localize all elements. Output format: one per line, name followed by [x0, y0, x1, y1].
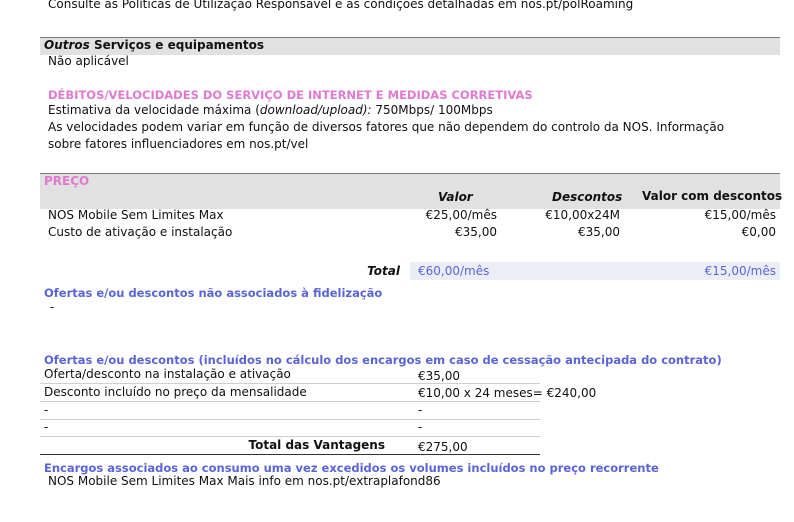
speed-value: 750Mbps/ 100Mbps — [375, 103, 493, 117]
col-valor-desc-header: Valor com descontos — [642, 189, 783, 203]
preco-row-valor-desc: €0,00 — [741, 225, 776, 239]
preco-row-descontos: €35,00 — [578, 225, 620, 239]
col-descontos-header: Descontos — [552, 190, 623, 204]
outros-value: Não aplicável — [48, 54, 129, 68]
speed-label-a: Estimativa da velocidade máxima ( — [48, 103, 260, 117]
preco-heading: PREÇO — [44, 174, 90, 188]
ofertas-incl-row-value: €10,00 x 24 meses= €240,00 — [418, 386, 597, 400]
vantagens-total-value: €275,00 — [418, 440, 468, 454]
ofertas-incl-row-value: €35,00 — [418, 369, 460, 383]
ofertas-incl-row-value: - — [418, 420, 423, 434]
row-divider — [40, 436, 540, 437]
row-divider — [40, 401, 540, 402]
ofertas-incl-heading: Ofertas e/ou descontos (incluídos no cál… — [44, 353, 722, 367]
speed-label-b: download/upload): — [259, 103, 372, 117]
vantagens-total-label: Total das Vantagens — [248, 438, 386, 452]
preco-total-label: Total — [367, 264, 400, 278]
row-divider — [40, 419, 540, 420]
ofertas-incl-row-label: - — [44, 403, 49, 417]
speed-label: Estimativa da velocidade máxima (downloa… — [48, 103, 493, 117]
ofertas-incl-row-label: Oferta/desconto na instalação e ativação — [44, 367, 291, 381]
speed-note-line2: sobre fatores influenciadores em nos.pt/… — [48, 137, 309, 151]
encargos-heading: Encargos associados ao consumo uma vez e… — [44, 461, 659, 475]
internet-heading: DÉBITOS/VELOCIDADES DO SERVIÇO DE INTERN… — [48, 88, 533, 102]
preco-row-label: NOS Mobile Sem Limites Max — [48, 208, 224, 222]
ofertas-incl-row-label: Desconto incluído no preço da mensalidad… — [44, 385, 307, 399]
outros-title: Outros Serviços e equipamentos — [44, 38, 264, 52]
roaming-policy-note: Consulte as Políticas de Utilização Resp… — [48, 0, 634, 11]
ofertas-nao-fid-heading: Ofertas e/ou descontos não associados à … — [44, 286, 383, 300]
ofertas-nao-fid-value: - — [50, 300, 55, 314]
preco-row-label: Custo de ativação e instalação — [48, 225, 233, 239]
preco-row-valor: €25,00/mês — [425, 208, 497, 222]
vantagens-total-rule — [40, 454, 540, 455]
preco-total-valor: €60,00/mês — [418, 264, 490, 278]
preco-row-valor-desc: €15,00/mês — [704, 208, 776, 222]
preco-row-valor: €35,00 — [455, 225, 497, 239]
preco-total-valor-desc: €15,00/mês — [704, 264, 776, 278]
ofertas-incl-row-label: - — [44, 420, 49, 434]
col-valor-header: Valor — [438, 190, 473, 204]
outros-title-rest: Serviços e equipamentos — [89, 38, 264, 52]
row-divider — [40, 383, 540, 384]
encargos-value: NOS Mobile Sem Limites Max Mais info em … — [48, 474, 441, 488]
preco-row-descontos: €10,00x24M — [545, 208, 620, 222]
outros-title-italic: Outros — [44, 38, 90, 52]
ofertas-incl-row-value: - — [418, 403, 423, 417]
speed-note-line1: As velocidades podem variar em função de… — [48, 120, 725, 134]
